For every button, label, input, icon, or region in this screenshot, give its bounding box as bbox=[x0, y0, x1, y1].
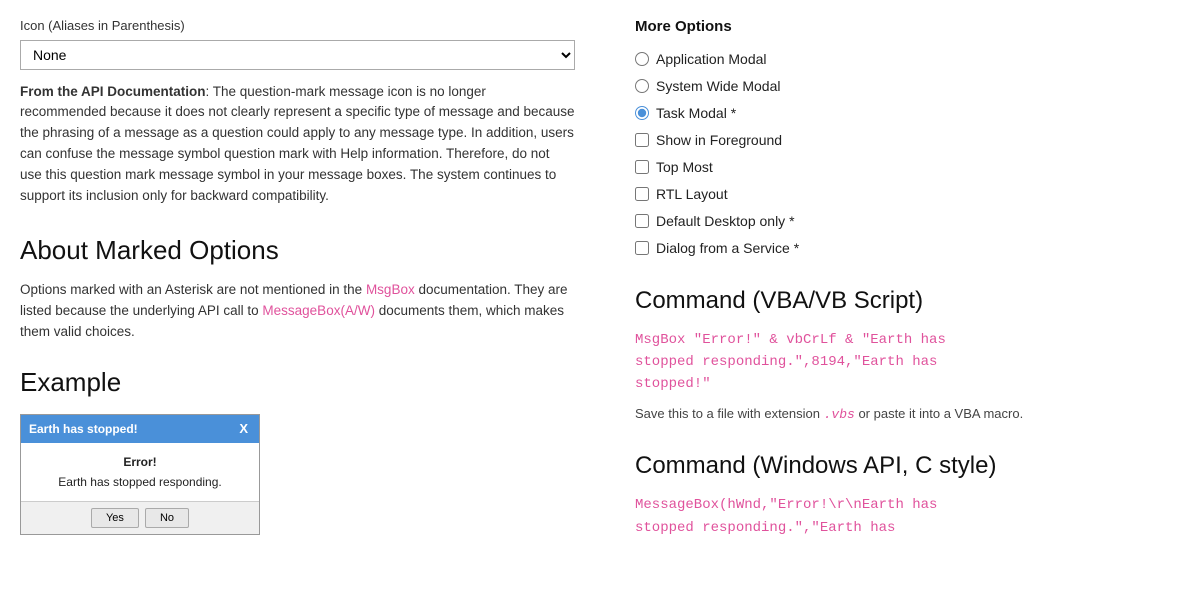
example-heading: Example bbox=[20, 363, 575, 402]
option-system-wide-modal-label: System Wide Modal bbox=[656, 76, 780, 97]
radio-task-modal[interactable] bbox=[635, 106, 649, 120]
left-column: Icon (Aliases in Parenthesis) None From … bbox=[20, 16, 575, 584]
msgbox-body: Error! Earth has stopped responding. bbox=[21, 443, 259, 501]
api-note-body: : The question-mark message icon is no l… bbox=[20, 84, 575, 204]
option-top-most[interactable]: Top Most bbox=[635, 157, 1180, 178]
msgbox-no-button[interactable]: No bbox=[145, 508, 189, 528]
option-application-modal[interactable]: Application Modal bbox=[635, 49, 1180, 70]
vba-code-block: MsgBox "Error!" & vbCrLf & "Earth has st… bbox=[635, 329, 1180, 396]
checkbox-dialog-from-service[interactable] bbox=[635, 241, 649, 255]
windows-api-code-block: MessageBox(hWnd,"Error!\r\nEarth has sto… bbox=[635, 494, 1180, 539]
save-note: Save this to a file with extension .vbs … bbox=[635, 404, 1180, 425]
option-default-desktop-only[interactable]: Default Desktop only * bbox=[635, 211, 1180, 232]
windows-api-command-heading: Command (Windows API, C style) bbox=[635, 448, 1180, 484]
about-marked-options-heading: About Marked Options bbox=[20, 231, 575, 270]
checkbox-top-most[interactable] bbox=[635, 160, 649, 174]
option-top-most-label: Top Most bbox=[656, 157, 713, 178]
checkbox-show-in-foreground[interactable] bbox=[635, 133, 649, 147]
option-show-in-foreground[interactable]: Show in Foreground bbox=[635, 130, 1180, 151]
right-column: More Options Application Modal System Wi… bbox=[615, 16, 1180, 584]
more-options-heading: More Options bbox=[635, 16, 1180, 39]
msgbox-yes-button[interactable]: Yes bbox=[91, 508, 139, 528]
option-rtl-layout-label: RTL Layout bbox=[656, 184, 728, 205]
vba-code-line3: stopped!" bbox=[635, 373, 1180, 395]
vbs-extension: .vbs bbox=[824, 407, 855, 422]
msgbox-titlebar: Earth has stopped! X bbox=[21, 415, 259, 443]
about-marked-options-text: Options marked with an Asterisk are not … bbox=[20, 280, 575, 343]
option-rtl-layout[interactable]: RTL Layout bbox=[635, 184, 1180, 205]
option-system-wide-modal[interactable]: System Wide Modal bbox=[635, 76, 1180, 97]
vba-code-line2: stopped responding.",8194,"Earth has bbox=[635, 351, 1180, 373]
icon-select[interactable]: None bbox=[20, 40, 575, 70]
checkbox-default-desktop-only[interactable] bbox=[635, 214, 649, 228]
vba-command-heading: Command (VBA/VB Script) bbox=[635, 283, 1180, 319]
msgbox-error-label: Error! bbox=[33, 453, 247, 471]
about-text-1: Options marked with an Asterisk are not … bbox=[20, 282, 366, 297]
option-default-desktop-only-label: Default Desktop only * bbox=[656, 211, 795, 232]
messageboxaw-link[interactable]: MessageBox(A/W) bbox=[262, 303, 375, 318]
api-documentation-note: From the API Documentation: The question… bbox=[20, 82, 575, 208]
radio-application-modal[interactable] bbox=[635, 52, 649, 66]
msgbox-title: Earth has stopped! bbox=[29, 420, 138, 438]
msgbox-link[interactable]: MsgBox bbox=[366, 282, 415, 297]
vba-code-line1: MsgBox "Error!" & vbCrLf & "Earth has bbox=[635, 329, 1180, 351]
option-dialog-from-service[interactable]: Dialog from a Service * bbox=[635, 238, 1180, 259]
msgbox-preview: Earth has stopped! X Error! Earth has st… bbox=[20, 414, 260, 535]
api-code-line1: MessageBox(hWnd,"Error!\r\nEarth has bbox=[635, 494, 1180, 516]
option-show-in-foreground-label: Show in Foreground bbox=[656, 130, 782, 151]
api-note-strong: From the API Documentation bbox=[20, 84, 206, 99]
checkbox-rtl-layout[interactable] bbox=[635, 187, 649, 201]
option-application-modal-label: Application Modal bbox=[656, 49, 767, 70]
options-list: Application Modal System Wide Modal Task… bbox=[635, 49, 1180, 259]
save-note-text-2: or paste it into a VBA macro. bbox=[855, 406, 1023, 421]
radio-system-wide-modal[interactable] bbox=[635, 79, 649, 93]
option-task-modal-label: Task Modal * bbox=[656, 103, 736, 124]
icon-label: Icon (Aliases in Parenthesis) bbox=[20, 16, 575, 36]
msgbox-close-button[interactable]: X bbox=[236, 421, 251, 436]
option-dialog-from-service-label: Dialog from a Service * bbox=[656, 238, 799, 259]
msgbox-footer: Yes No bbox=[21, 501, 259, 534]
msgbox-message-text: Earth has stopped responding. bbox=[33, 473, 247, 491]
option-task-modal[interactable]: Task Modal * bbox=[635, 103, 1180, 124]
api-code-line2: stopped responding.","Earth has bbox=[635, 517, 1180, 539]
save-note-text-1: Save this to a file with extension bbox=[635, 406, 824, 421]
